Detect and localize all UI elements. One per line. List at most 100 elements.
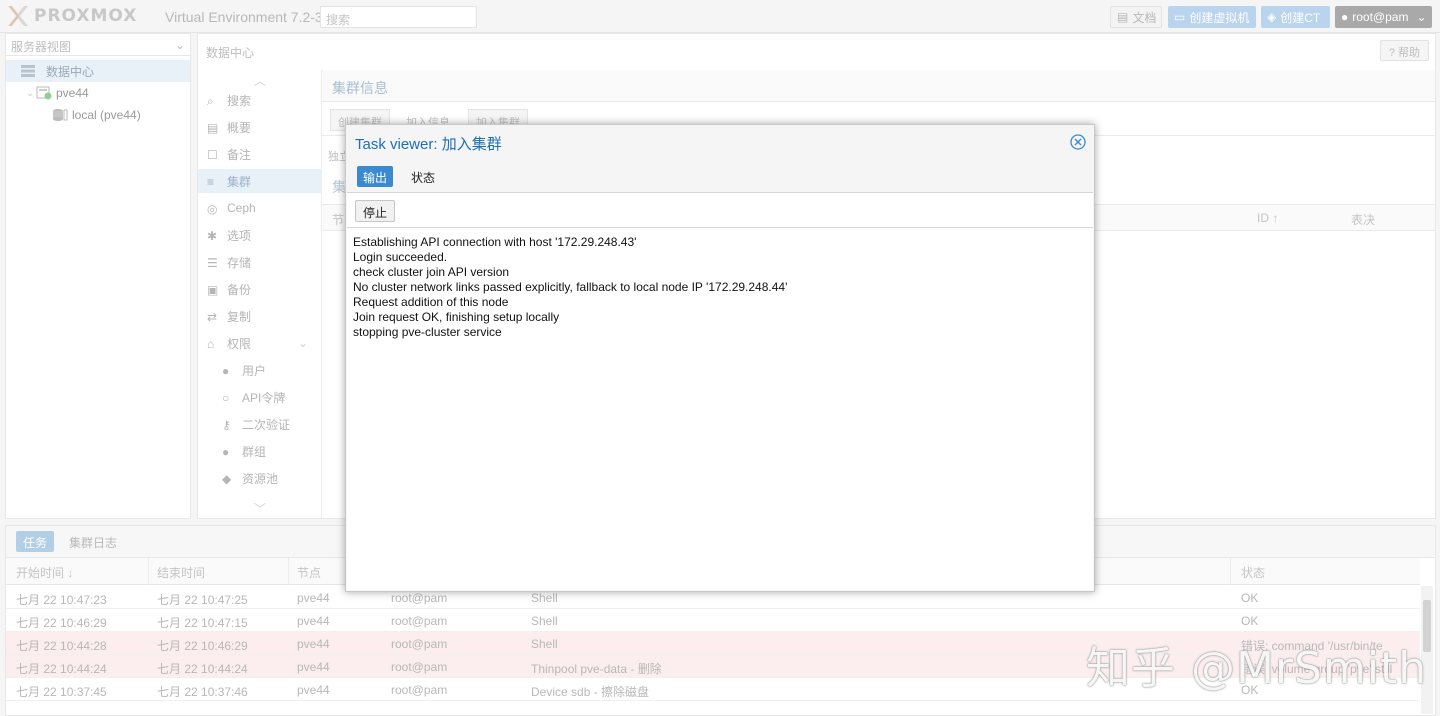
- menu-item-groups[interactable]: ● 群组: [198, 439, 322, 463]
- tree-item-storage[interactable]: local (pve44): [6, 104, 190, 126]
- menu-item-options[interactable]: ✱ 选项: [198, 223, 322, 247]
- floppy-icon: ▣: [207, 283, 219, 297]
- column-status[interactable]: 状态: [1241, 564, 1265, 581]
- tags-icon: ◆: [222, 472, 232, 486]
- chevron-down-icon: ⌄: [174, 38, 185, 52]
- task-description: Shell: [531, 637, 558, 651]
- chevron-down-icon[interactable]: ﹀: [254, 500, 266, 517]
- log-line: check cluster join API version: [353, 265, 510, 279]
- task-row[interactable]: 七月 22 10:46:29 七月 22 10:47:15 pve44 root…: [6, 609, 1420, 632]
- chevron-down-icon: ⌄: [297, 336, 308, 350]
- menu-item-summary[interactable]: ▤ 概要: [198, 115, 322, 139]
- task-start: 七月 22 10:46:29: [16, 616, 107, 630]
- menu-item-storage[interactable]: ☰ 存储: [198, 250, 322, 274]
- database-icon: ☰: [207, 256, 218, 270]
- menu-item-pools[interactable]: ◆ 资源池: [198, 466, 322, 490]
- column-divider: [288, 558, 289, 585]
- ceph-icon: ◎: [207, 202, 218, 216]
- menu-item-notes[interactable]: ☐ 备注: [198, 142, 322, 166]
- menu-item-search[interactable]: ⌕ 搜索: [198, 88, 322, 112]
- menu-item-users[interactable]: ● 用户: [198, 358, 322, 382]
- task-user: root@pam: [391, 660, 448, 674]
- task-description: Device sdb - 擦除磁盘: [531, 685, 650, 699]
- menu-label: 二次验证: [242, 417, 291, 432]
- tab-status[interactable]: 状态: [405, 166, 441, 187]
- top-header: PROXMOX Virtual Environment 7.2-3 搜索 ▤ 文…: [0, 0, 1440, 33]
- search-input[interactable]: 搜索: [320, 6, 477, 28]
- breadcrumb: 数据中心: [206, 46, 255, 60]
- log-line: No cluster network links passed explicit…: [353, 280, 788, 294]
- task-end: 七月 22 10:44:24: [157, 662, 248, 676]
- tree-item-datacenter[interactable]: 数据中心: [6, 60, 190, 82]
- user-icon: ●: [1341, 10, 1349, 24]
- tab-tasks[interactable]: 任务: [16, 531, 55, 552]
- task-user: root@pam: [391, 614, 448, 628]
- task-description: Shell: [531, 614, 558, 628]
- cluster-info-title: 集群信息: [322, 70, 1435, 102]
- key-icon: ⚷: [222, 418, 231, 432]
- close-icon[interactable]: [1070, 134, 1086, 150]
- column-id[interactable]: ID ↑: [1257, 211, 1278, 225]
- view-select[interactable]: 服务器视图 ⌄: [6, 34, 190, 56]
- chevron-down-icon: ⌄: [26, 87, 35, 99]
- menu-item-backup[interactable]: ▣ 备份: [198, 277, 322, 301]
- menu-label: 搜索: [227, 93, 252, 108]
- datacenter-menu: ︿ ⌕ 搜索 ▤ 概要 ☐ 备注 ≡ 集群 ◎ Ceph ✱ 选项 ☰ 存储 ▣ 备份 ⇄ 复制 …: [198, 70, 322, 518]
- task-node: pve44: [297, 637, 330, 651]
- task-end: 七月 22 10:47:25: [157, 593, 248, 607]
- task-node: pve44: [297, 591, 330, 605]
- menu-label: 备注: [227, 147, 252, 162]
- menu-item-cluster[interactable]: ≡ 集群: [198, 169, 322, 193]
- menu-item-permissions[interactable]: ⌂ 权限 ⌄: [198, 331, 322, 355]
- stop-button[interactable]: 停止: [355, 200, 396, 222]
- task-output-log[interactable]: Establishing API connection with host '1…: [347, 228, 1093, 590]
- dialog-toolbar: 停止: [347, 192, 1093, 228]
- task-start: 七月 22 10:47:23: [16, 593, 107, 607]
- column-node[interactable]: 节: [332, 211, 344, 228]
- column-start-time[interactable]: 开始时间 ↓: [16, 564, 73, 581]
- tree-item-label: 数据中心: [46, 64, 95, 79]
- menu-label: Ceph: [227, 201, 256, 215]
- users-icon: ●: [222, 445, 230, 459]
- menu-item-api-tokens[interactable]: ○ API令牌: [198, 385, 322, 409]
- proxmox-logo: PROXMOX: [6, 4, 137, 28]
- menu-item-replication[interactable]: ⇄ 复制: [198, 304, 322, 328]
- menu-label: 用户: [242, 363, 267, 378]
- log-line: Join request OK, finishing setup locally: [353, 310, 560, 324]
- chevron-up-icon[interactable]: ︿: [254, 72, 266, 89]
- help-button[interactable]: ? 帮助: [1379, 40, 1429, 61]
- column-end-time[interactable]: 结束时间: [157, 564, 205, 581]
- column-node[interactable]: 节点: [297, 564, 321, 581]
- docs-label: 文档: [1132, 10, 1157, 25]
- menu-item-tfa[interactable]: ⚷ 二次验证: [198, 412, 322, 436]
- menu-label: 存储: [227, 255, 252, 270]
- menu-label: 复制: [227, 309, 252, 324]
- user-menu-button[interactable]: ● root@pam ⌄: [1335, 6, 1432, 28]
- log-line: Login succeeded.: [353, 250, 448, 264]
- log-line: Establishing API connection with host '1…: [353, 235, 637, 249]
- task-description: Thinpool pve-data - 删除: [531, 662, 662, 676]
- server-icon: [21, 65, 35, 77]
- book-icon: ▤: [1117, 10, 1129, 24]
- proxmox-x-icon: [8, 5, 28, 27]
- task-end: 七月 22 10:46:29: [157, 639, 248, 653]
- menu-label: 群组: [242, 444, 267, 459]
- tab-cluster-log[interactable]: 集群日志: [62, 531, 124, 552]
- create-vm-button[interactable]: ▭ 创建虚拟机: [1168, 6, 1256, 28]
- tab-output[interactable]: 输出: [357, 166, 394, 187]
- create-ct-button[interactable]: ◈ 创建CT: [1261, 6, 1330, 28]
- tree-item-node[interactable]: ⌄ pve44: [6, 82, 190, 104]
- help-label: 帮助: [1398, 47, 1420, 59]
- watermark: 知乎 @MrSmith: [1086, 643, 1428, 694]
- column-votes[interactable]: 表决: [1351, 211, 1375, 228]
- task-node: pve44: [297, 614, 330, 628]
- menu-label: 概要: [227, 120, 252, 135]
- task-description: Shell: [531, 591, 558, 605]
- menu-item-ceph[interactable]: ◎ Ceph: [198, 196, 322, 220]
- book-icon: ▤: [207, 121, 219, 135]
- user-icon: ●: [222, 364, 230, 378]
- task-user: root@pam: [391, 591, 448, 605]
- menu-label: 权限: [227, 336, 252, 351]
- docs-button[interactable]: ▤ 文档: [1110, 6, 1162, 28]
- menu-label: API令牌: [242, 390, 286, 405]
